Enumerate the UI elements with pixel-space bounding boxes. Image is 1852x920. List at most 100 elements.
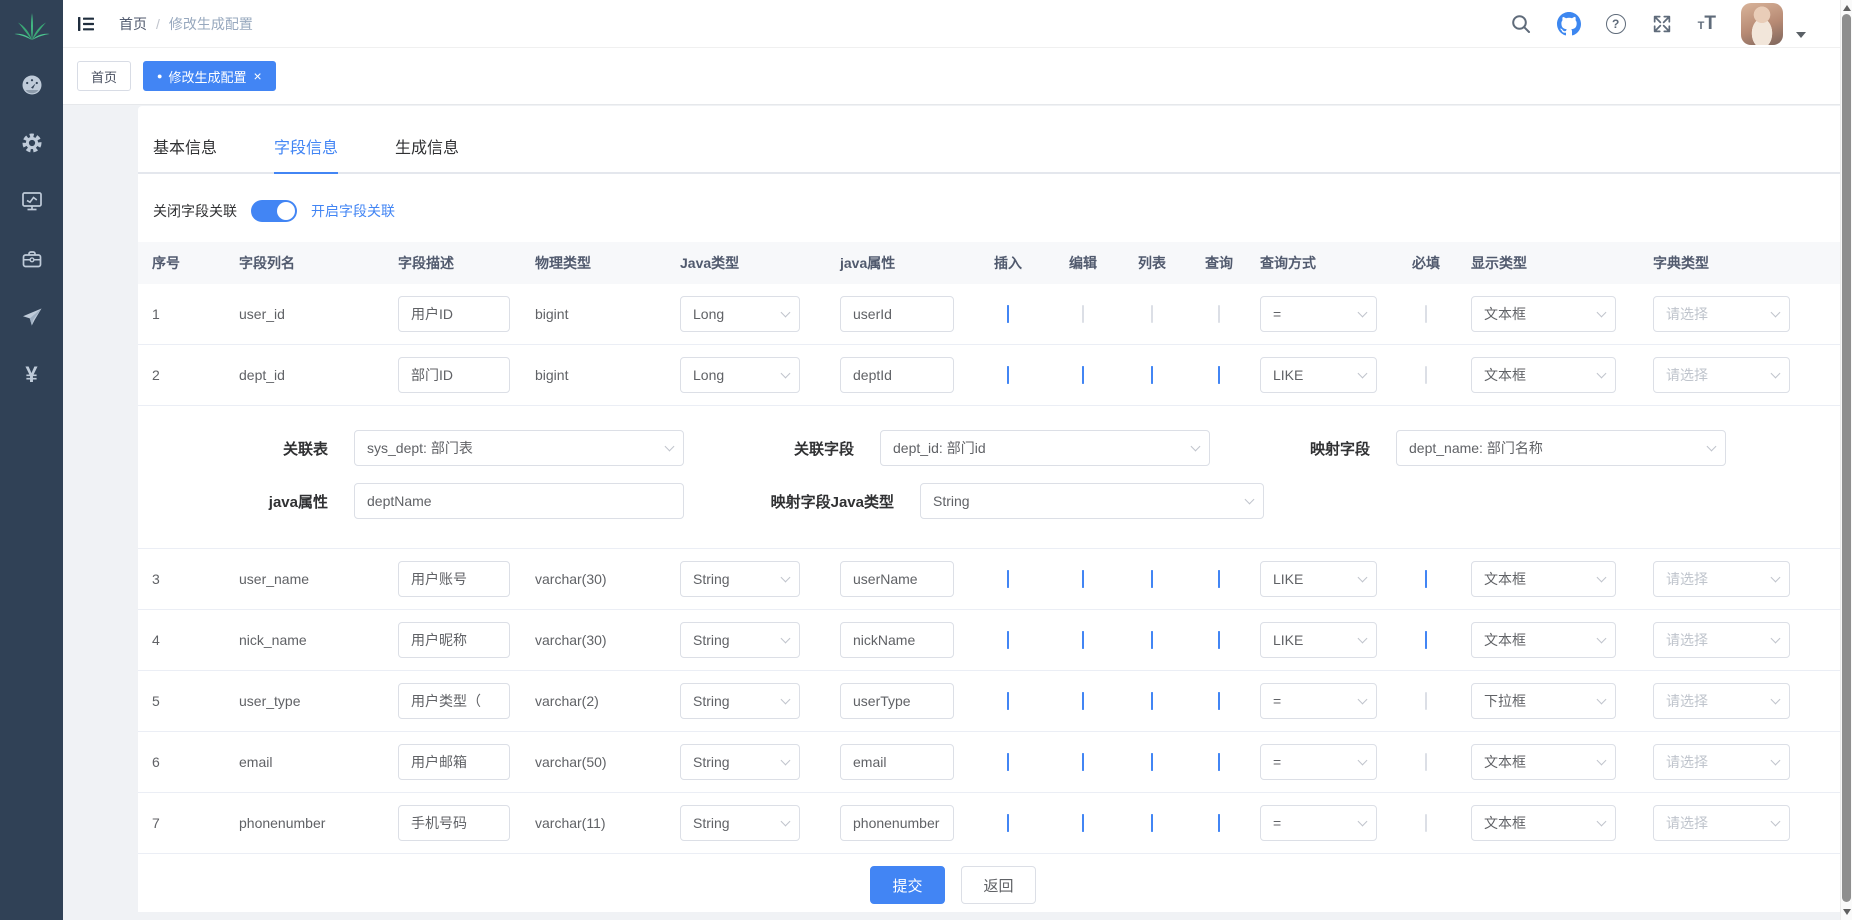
list-checkbox[interactable]	[1151, 814, 1153, 832]
query-checkbox[interactable]	[1218, 753, 1220, 771]
scrollbar-thumb[interactable]	[1842, 14, 1851, 902]
relation-field-select[interactable]: dept_id: 部门id	[880, 430, 1210, 466]
description-input[interactable]	[398, 561, 510, 597]
insert-checkbox[interactable]	[1007, 570, 1009, 588]
user-avatar[interactable]	[1741, 3, 1783, 45]
java-type-select[interactable]: String	[680, 744, 800, 780]
mapping-field-select[interactable]: dept_name: 部门名称	[1396, 430, 1726, 466]
tag-close-icon[interactable]: ×	[253, 68, 261, 84]
required-checkbox[interactable]	[1425, 305, 1427, 323]
required-checkbox[interactable]	[1425, 366, 1427, 384]
list-checkbox[interactable]	[1151, 366, 1153, 384]
avatar-caret-icon[interactable]	[1796, 32, 1806, 38]
query-checkbox[interactable]	[1218, 631, 1220, 649]
list-checkbox[interactable]	[1151, 753, 1153, 771]
query-mode-select[interactable]: LIKE	[1260, 357, 1377, 393]
dict-type-select[interactable]: 请选择	[1653, 744, 1790, 780]
java-type-select[interactable]: String	[680, 622, 800, 658]
edit-checkbox[interactable]	[1082, 631, 1084, 649]
insert-checkbox[interactable]	[1007, 631, 1009, 649]
query-checkbox[interactable]	[1218, 692, 1220, 710]
display-type-select[interactable]: 下拉框	[1471, 683, 1616, 719]
java-type-select[interactable]: String	[680, 805, 800, 841]
edit-checkbox[interactable]	[1082, 814, 1084, 832]
display-type-select[interactable]: 文本框	[1471, 296, 1616, 332]
tag-home[interactable]: 首页	[77, 61, 131, 91]
list-checkbox[interactable]	[1151, 692, 1153, 710]
dict-type-select[interactable]: 请选择	[1653, 683, 1790, 719]
sidebar-item-system[interactable]	[0, 114, 63, 172]
tab-generate-info[interactable]: 生成信息	[395, 134, 459, 174]
query-mode-select[interactable]: =	[1260, 296, 1377, 332]
java-type-select[interactable]: Long	[680, 296, 800, 332]
display-type-select[interactable]: 文本框	[1471, 805, 1616, 841]
query-mode-select[interactable]: =	[1260, 805, 1377, 841]
description-input[interactable]	[398, 622, 510, 658]
scrollbar-down-arrow[interactable]	[1843, 909, 1851, 915]
insert-checkbox[interactable]	[1007, 692, 1009, 710]
edit-checkbox[interactable]	[1082, 305, 1084, 323]
display-type-select[interactable]: 文本框	[1471, 744, 1616, 780]
query-mode-select[interactable]: LIKE	[1260, 622, 1377, 658]
description-input[interactable]	[398, 805, 510, 841]
dict-type-select[interactable]: 请选择	[1653, 357, 1790, 393]
sidebar-item-tools[interactable]	[0, 230, 63, 288]
expansion-java-attr-input[interactable]	[354, 483, 684, 519]
dict-type-select[interactable]: 请选择	[1653, 296, 1790, 332]
query-checkbox[interactable]	[1218, 305, 1220, 323]
back-button[interactable]: 返回	[961, 866, 1036, 904]
dict-type-select[interactable]: 请选择	[1653, 805, 1790, 841]
required-checkbox[interactable]	[1425, 631, 1427, 649]
query-checkbox[interactable]	[1218, 570, 1220, 588]
scrollbar-up-arrow[interactable]	[1843, 5, 1851, 11]
dict-type-select[interactable]: 请选择	[1653, 561, 1790, 597]
github-icon[interactable]	[1557, 12, 1581, 36]
tab-basic-info[interactable]: 基本信息	[153, 134, 217, 174]
display-type-select[interactable]: 文本框	[1471, 622, 1616, 658]
dict-type-select[interactable]: 请选择	[1653, 622, 1790, 658]
sidebar-item-finance[interactable]: ¥	[0, 346, 63, 404]
query-mode-select[interactable]: LIKE	[1260, 561, 1377, 597]
tag-current[interactable]: ● 修改生成配置 ×	[143, 61, 276, 91]
java-type-select[interactable]: String	[680, 561, 800, 597]
java-attr-input[interactable]	[840, 296, 954, 332]
query-mode-select[interactable]: =	[1260, 683, 1377, 719]
insert-checkbox[interactable]	[1007, 305, 1009, 323]
java-type-select[interactable]: Long	[680, 357, 800, 393]
java-attr-input[interactable]	[840, 805, 954, 841]
edit-checkbox[interactable]	[1082, 753, 1084, 771]
list-checkbox[interactable]	[1151, 305, 1153, 323]
required-checkbox[interactable]	[1425, 814, 1427, 832]
sidebar-item-monitor[interactable]	[0, 172, 63, 230]
query-checkbox[interactable]	[1218, 366, 1220, 384]
fullscreen-icon[interactable]	[1651, 13, 1673, 35]
java-type-select[interactable]: String	[680, 683, 800, 719]
description-input[interactable]	[398, 744, 510, 780]
java-attr-input[interactable]	[840, 744, 954, 780]
java-attr-input[interactable]	[840, 683, 954, 719]
list-checkbox[interactable]	[1151, 570, 1153, 588]
search-icon[interactable]	[1510, 13, 1532, 35]
relation-on-label[interactable]: 开启字段关联	[311, 201, 395, 221]
description-input[interactable]	[398, 296, 510, 332]
java-attr-input[interactable]	[840, 357, 954, 393]
description-input[interactable]	[398, 357, 510, 393]
sidebar-item-deploy[interactable]	[0, 288, 63, 346]
edit-checkbox[interactable]	[1082, 366, 1084, 384]
edit-checkbox[interactable]	[1082, 692, 1084, 710]
edit-checkbox[interactable]	[1082, 570, 1084, 588]
required-checkbox[interactable]	[1425, 570, 1427, 588]
sidebar-item-dashboard[interactable]	[0, 56, 63, 114]
insert-checkbox[interactable]	[1007, 814, 1009, 832]
query-mode-select[interactable]: =	[1260, 744, 1377, 780]
submit-button[interactable]: 提交	[870, 866, 945, 904]
insert-checkbox[interactable]	[1007, 753, 1009, 771]
help-icon[interactable]: ?	[1606, 14, 1626, 34]
display-type-select[interactable]: 文本框	[1471, 561, 1616, 597]
description-input[interactable]	[398, 683, 510, 719]
display-type-select[interactable]: 文本框	[1471, 357, 1616, 393]
required-checkbox[interactable]	[1425, 692, 1427, 710]
relation-table-select[interactable]: sys_dept: 部门表	[354, 430, 684, 466]
relation-toggle-switch[interactable]	[251, 200, 297, 222]
java-attr-input[interactable]	[840, 561, 954, 597]
